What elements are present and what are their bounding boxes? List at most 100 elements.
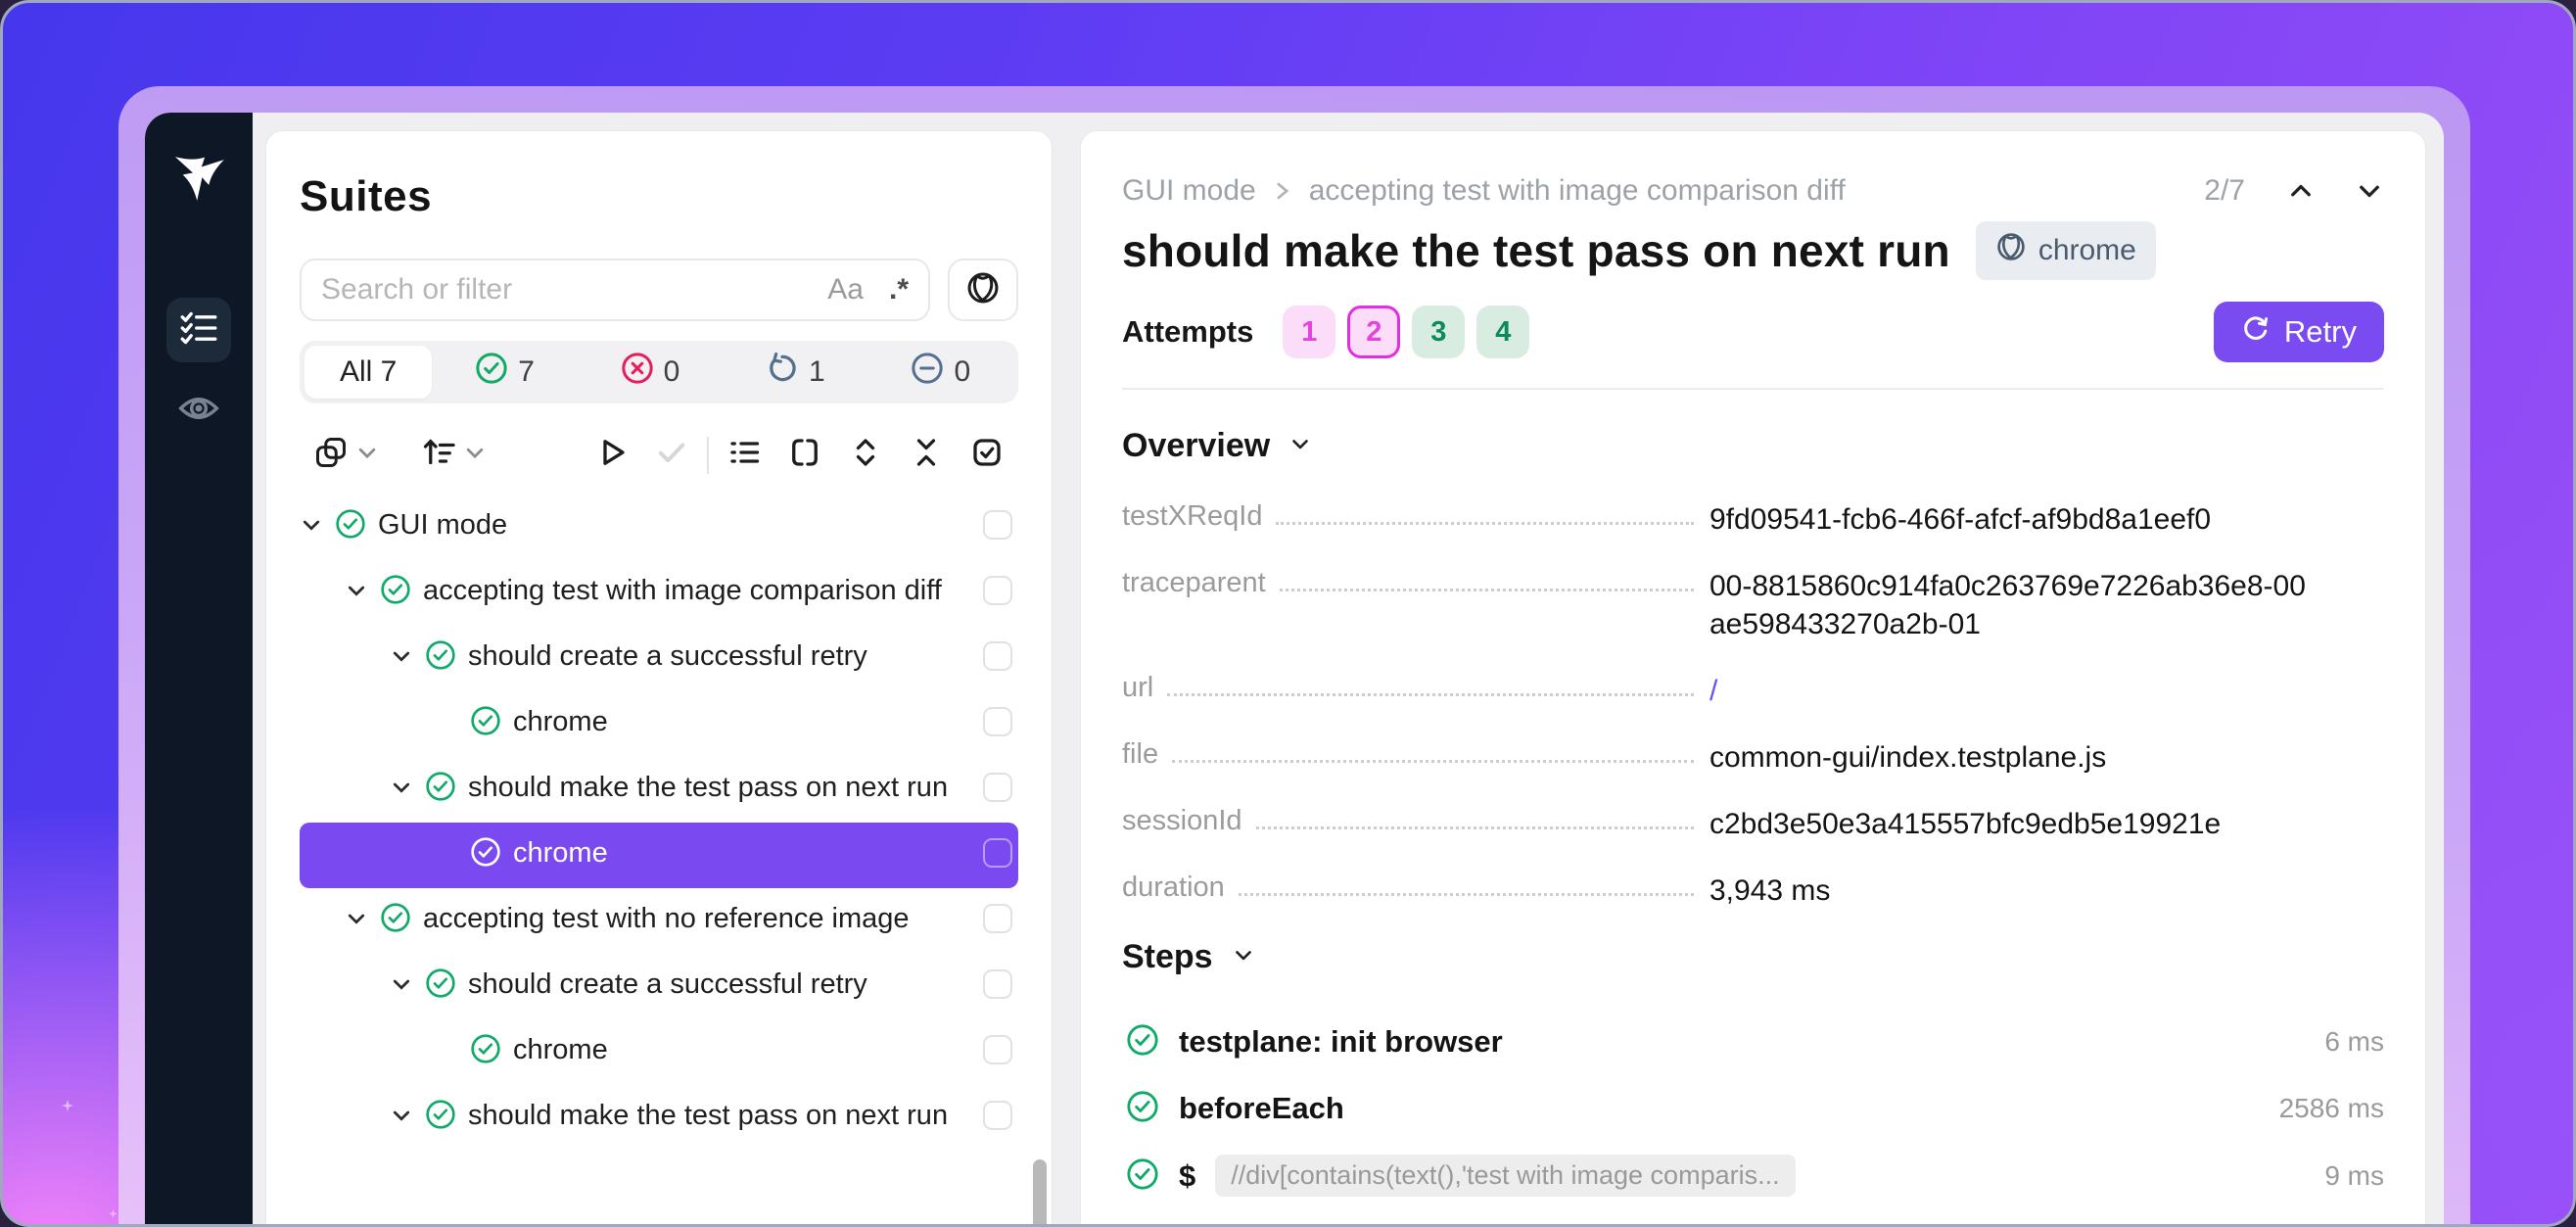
attempt-2-selected[interactable]: 2 (1347, 306, 1400, 358)
tree-checkbox[interactable] (983, 773, 1012, 802)
field-value: 9fd09541-fcb6-466f-afcf-af9bd8a1eef0 (1710, 500, 2307, 539)
tree-item-selected[interactable]: chrome (300, 823, 1018, 888)
attempts-bar: Attempts 1 2 3 4 Retry (1122, 302, 2384, 390)
sparkle-star (109, 1209, 117, 1218)
field-label: traceparent (1122, 567, 1266, 599)
field-value: 00-8815860c914fa0c263769e7226ab36e8-00ae… (1710, 567, 2307, 643)
step-duration: 6 ms (2324, 1026, 2384, 1058)
sidebar-item-visual-checks[interactable] (166, 378, 231, 443)
tree-item[interactable]: accepting test with no reference image (300, 888, 1018, 954)
step-row[interactable]: beforeEach 2586 ms (1126, 1088, 2384, 1128)
chevron-up-icon[interactable] (2286, 176, 2316, 206)
sparkle-star (62, 1100, 73, 1111)
step-row[interactable]: testplane: init browser 6 ms (1126, 1021, 2384, 1062)
filter-passed[interactable]: 7 (432, 352, 577, 393)
checkbox-checked-icon (969, 435, 1005, 475)
chevron-down-icon[interactable] (390, 971, 419, 1004)
filter-skipped[interactable]: 0 (868, 352, 1013, 393)
tree-item[interactable]: should create a successful retry (300, 626, 1018, 691)
sidebar-item-suites[interactable] (166, 298, 231, 362)
step-row[interactable]: $ //div[contains(text(),'test with image… (1126, 1155, 2384, 1197)
chevron-spacer (435, 1037, 464, 1069)
tree-checkbox[interactable] (983, 641, 1012, 671)
match-case-toggle[interactable]: Aa (827, 273, 864, 307)
step-duration: 2586 ms (2279, 1093, 2384, 1124)
field-row: url / (1122, 672, 2384, 710)
accept-button[interactable] (654, 435, 689, 475)
leader-dots (1280, 589, 1694, 591)
field-row: duration 3,943 ms (1122, 872, 2384, 910)
group-icon (313, 435, 349, 475)
overview-section-header[interactable]: Overview (1122, 427, 2384, 465)
tree-checkbox[interactable] (983, 576, 1012, 605)
tree-item[interactable]: should create a successful retry (300, 954, 1018, 1019)
retry-button[interactable]: Retry (2214, 302, 2384, 362)
steps-section-header[interactable]: Steps (1122, 938, 2384, 976)
tree-item-label: chrome (513, 704, 983, 740)
screenshot-root: Suites Aa .* (0, 0, 2576, 1227)
run-button[interactable] (593, 435, 629, 475)
breadcrumb-test[interactable]: accepting test with image comparison dif… (1309, 174, 1846, 208)
tree-item[interactable]: should make the test pass on next run (300, 1085, 1018, 1151)
tree-checkbox[interactable] (983, 1035, 1012, 1064)
chevron-down-icon[interactable] (390, 643, 419, 676)
breadcrumb-suite[interactable]: GUI mode (1122, 174, 1256, 208)
tree-item[interactable]: GUI mode (300, 495, 1018, 560)
chevron-down-icon[interactable] (300, 512, 329, 544)
scrollbar-thumb[interactable] (1033, 1159, 1047, 1227)
tree-checkbox[interactable] (983, 904, 1012, 933)
tree-checkbox[interactable] (983, 1101, 1012, 1130)
field-value-link[interactable]: / (1710, 672, 2307, 710)
refresh-icon (2241, 313, 2271, 351)
passed-icon (1126, 1023, 1161, 1062)
tree-checkbox[interactable] (983, 707, 1012, 736)
steps-heading: Steps (1122, 938, 1213, 976)
field-row: file common-gui/index.testplane.js (1122, 738, 2384, 777)
browser-filter-button[interactable] (948, 259, 1018, 321)
list-icon (726, 435, 762, 475)
search-input[interactable] (321, 273, 827, 307)
tree-checkbox[interactable] (983, 969, 1012, 999)
brackets-icon (787, 435, 822, 475)
test-detail-panel: GUI mode accepting test with image compa… (1080, 130, 2426, 1227)
passed-icon (1126, 1090, 1161, 1128)
select-all-button[interactable] (969, 435, 1005, 475)
passed-icon (425, 771, 458, 810)
attempt-1[interactable]: 1 (1283, 306, 1335, 358)
passed-icon (380, 574, 413, 613)
filter-failed[interactable]: 0 (578, 352, 723, 393)
sort-button[interactable] (421, 435, 486, 475)
regex-toggle[interactable]: .* (889, 273, 909, 307)
field-label: file (1122, 738, 1158, 771)
field-label: sessionId (1122, 805, 1242, 837)
leader-dots (1172, 760, 1694, 763)
expand-all-button[interactable] (848, 435, 883, 475)
attempt-4[interactable]: 4 (1476, 306, 1529, 358)
tree-item[interactable]: chrome (300, 1019, 1018, 1085)
tree-checkbox[interactable] (983, 838, 1012, 868)
leader-dots (1239, 893, 1694, 896)
group-by-button[interactable] (313, 435, 378, 475)
checklist-icon (180, 311, 217, 350)
list-view-button[interactable] (726, 435, 762, 475)
tree-item[interactable]: chrome (300, 691, 1018, 757)
browser-badge-label: chrome (2038, 234, 2136, 267)
step-row[interactable]: click 30 ms (1126, 1223, 2384, 1227)
chevron-down-icon[interactable] (345, 578, 374, 610)
chevron-down-icon[interactable] (345, 906, 374, 938)
focus-selection-button[interactable] (787, 435, 822, 475)
toolbar-divider (707, 437, 709, 474)
tree-checkbox[interactable] (983, 510, 1012, 540)
filter-retried[interactable]: 1 (723, 352, 867, 393)
x-circle-icon (621, 352, 654, 393)
attempt-3[interactable]: 3 (1412, 306, 1465, 358)
chevron-down-icon[interactable] (2355, 176, 2384, 206)
chevron-down-icon[interactable] (390, 1103, 419, 1135)
field-label: testXReqId (1122, 500, 1262, 533)
collapse-all-button[interactable] (909, 435, 944, 475)
chevron-down-icon[interactable] (390, 775, 419, 807)
tree-item[interactable]: accepting test with image comparison dif… (300, 560, 1018, 626)
filter-all[interactable]: All 7 (304, 346, 432, 399)
app-window-frame: Suites Aa .* (145, 113, 2444, 1227)
tree-item[interactable]: should make the test pass on next run (300, 757, 1018, 823)
